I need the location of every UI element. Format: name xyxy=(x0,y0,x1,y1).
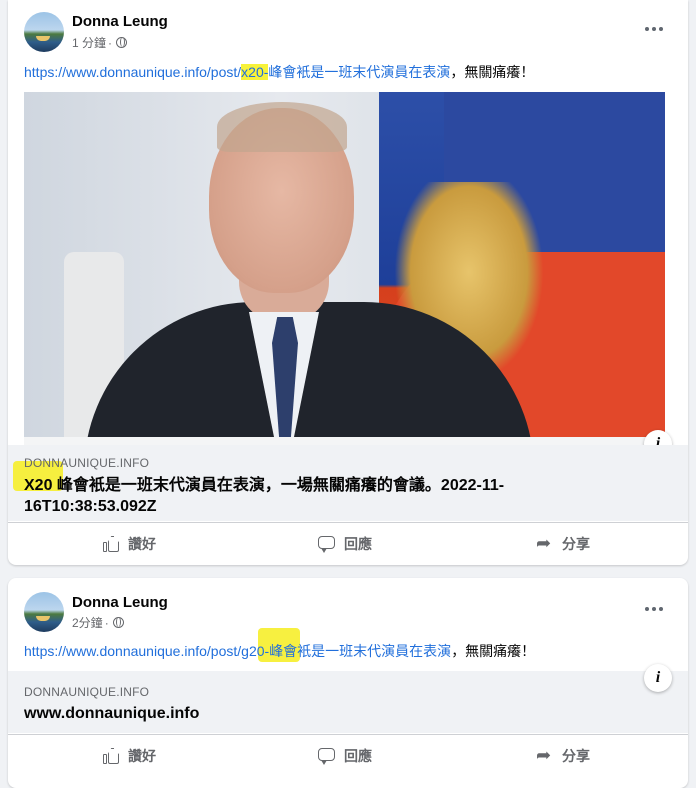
preview-title: X20 峰會衹是一班末代演員在表演，一場無關痛癢的會議。2022-11-16T1… xyxy=(24,477,505,515)
more-options-icon[interactable] xyxy=(642,24,666,34)
post-text-rest: ，無關痛癢！ xyxy=(451,643,536,659)
globe-icon xyxy=(112,617,124,628)
highlighted-text: x20- xyxy=(241,64,269,80)
post-time[interactable]: 1 分鐘 xyxy=(72,34,106,51)
share-icon xyxy=(536,533,554,554)
globe-icon xyxy=(116,37,128,48)
like-icon xyxy=(102,535,120,553)
avatar[interactable] xyxy=(24,12,64,52)
link-preview[interactable]: DONNAUNIQUE.INFO X20 峰會衹是一班末代演員在表演，一場無關痛… xyxy=(8,445,688,521)
comment-button[interactable]: 回應 xyxy=(318,735,372,777)
post-meta: 1 分鐘 · xyxy=(72,34,128,51)
like-button[interactable]: 讚好 xyxy=(102,735,156,777)
post-text-rest: ，無關痛癢！ xyxy=(450,64,535,80)
post-link[interactable]: https://www.donnaunique.info/post/g20-峰會… xyxy=(24,643,451,659)
preview-title: www.donnaunique.info xyxy=(24,705,200,722)
link-preview[interactable]: DONNAUNIQUE.INFO www.donnaunique.info xyxy=(8,671,688,733)
preview-title-highlight: X20 xyxy=(24,477,53,494)
comment-button[interactable]: 回應 xyxy=(318,523,372,565)
info-icon[interactable]: i xyxy=(644,664,672,692)
post-card-1: Donna Leung 1 分鐘 · https://www.donnauniq… xyxy=(8,0,688,565)
post-card-2: Donna Leung 2分鐘 · https://www.donnauniqu… xyxy=(8,578,688,788)
share-icon xyxy=(536,745,554,766)
action-bar: 讚好 回應 分享 xyxy=(8,522,688,565)
author-name[interactable]: Donna Leung xyxy=(72,594,168,611)
author-name[interactable]: Donna Leung xyxy=(72,13,168,30)
like-button[interactable]: 讚好 xyxy=(102,523,156,565)
share-button[interactable]: 分享 xyxy=(536,735,590,777)
more-options-icon[interactable] xyxy=(642,604,666,614)
avatar[interactable] xyxy=(24,592,64,632)
preview-domain: DONNAUNIQUE.INFO xyxy=(24,685,150,699)
action-bar: 讚好 回應 分享 xyxy=(8,734,688,777)
like-icon xyxy=(102,747,120,765)
highlighted-text: g20- xyxy=(241,643,270,659)
meta-separator: · xyxy=(108,35,113,50)
meta-separator: · xyxy=(104,615,109,630)
comment-icon xyxy=(318,747,336,765)
post-meta: 2分鐘 · xyxy=(72,614,124,631)
preview-domain: DONNAUNIQUE.INFO xyxy=(24,456,150,470)
share-button[interactable]: 分享 xyxy=(536,523,590,565)
post-link[interactable]: https://www.donnaunique.info/post/x20-峰會… xyxy=(24,64,450,80)
post-time[interactable]: 2分鐘 xyxy=(72,614,103,631)
comment-icon xyxy=(318,535,336,553)
post-text: https://www.donnaunique.info/post/g20-峰會… xyxy=(24,641,535,661)
link-preview-image[interactable] xyxy=(24,92,665,445)
post-text: https://www.donnaunique.info/post/x20-峰會… xyxy=(24,62,534,82)
